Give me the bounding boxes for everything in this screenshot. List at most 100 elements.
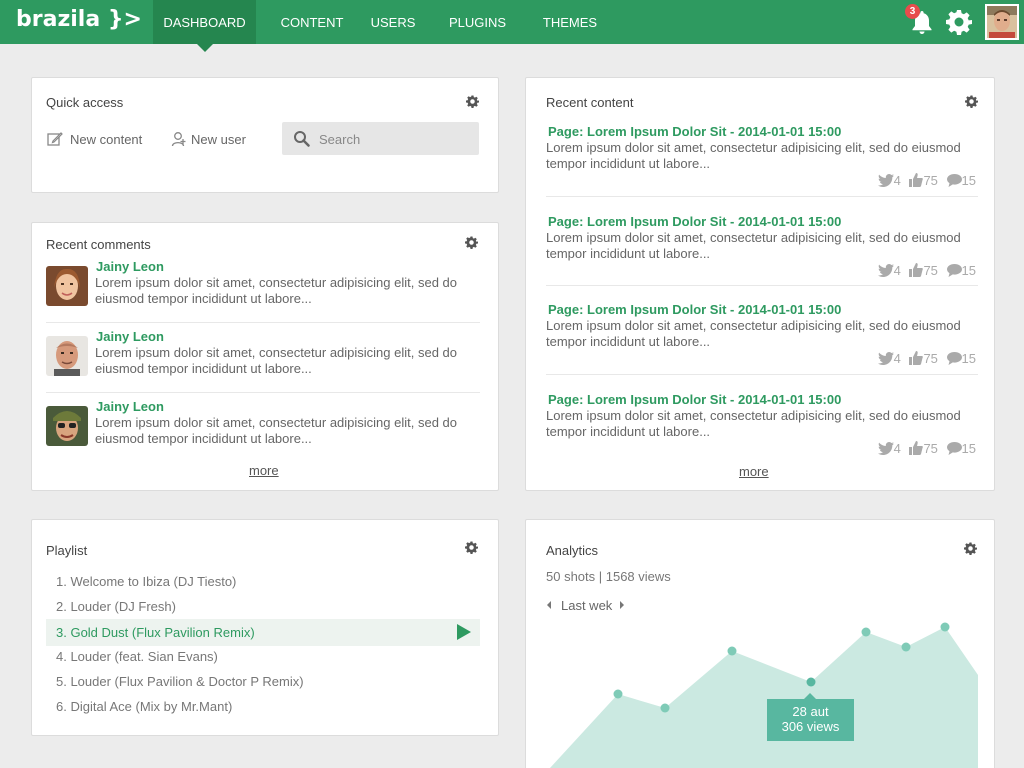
thumbs-up-icon: [909, 351, 924, 365]
panel-settings-icon[interactable]: [964, 542, 977, 555]
content-title-link[interactable]: Page: Lorem Ipsum Dolor Sit - 2014-01-01…: [548, 392, 841, 407]
comment-count: 15: [961, 173, 976, 188]
twitter-icon: [877, 174, 894, 187]
notification-badge: 3: [905, 4, 920, 19]
user-avatar[interactable]: [985, 4, 1019, 40]
analytics-title: Analytics: [546, 543, 599, 558]
comment-count: 15: [961, 351, 976, 366]
search-input[interactable]: [319, 130, 469, 148]
analytics-summary: 50 shots | 1568 views: [546, 569, 671, 584]
commenter-avatar[interactable]: [46, 336, 88, 376]
comment-text: Lorem ipsum dolor sit amet, consectetur …: [95, 345, 458, 376]
edit-icon[interactable]: [47, 131, 63, 147]
chart-point[interactable]: [660, 703, 670, 713]
chart-point[interactable]: [861, 627, 871, 637]
nav-dashboard[interactable]: DASHBOARD: [153, 0, 256, 52]
comment-bubble-icon: [946, 442, 962, 455]
search-icon: [294, 131, 310, 147]
play-icon[interactable]: [457, 624, 471, 640]
like-count: 75: [923, 173, 938, 188]
panel-settings-icon[interactable]: [465, 541, 478, 554]
content-title-link[interactable]: Page: Lorem Ipsum Dolor Sit - 2014-01-01…: [548, 302, 841, 317]
comment-bubble-icon: [946, 174, 962, 187]
chart-point[interactable]: [613, 689, 623, 699]
comment-text: Lorem ipsum dolor sit amet, consectetur …: [95, 275, 458, 306]
new-user-link[interactable]: New user: [191, 132, 246, 147]
tweet-stat: 4: [877, 351, 901, 366]
divider: [546, 374, 978, 375]
comment-count: 15: [961, 263, 976, 278]
content-excerpt: Lorem ipsum dolor sit amet, consectetur …: [546, 318, 961, 349]
playlist-item-active[interactable]: 3. Gold Dust (Flux Pavilion Remix): [46, 619, 480, 646]
chevron-left-icon[interactable]: [545, 600, 553, 610]
panel-settings-icon[interactable]: [965, 95, 978, 108]
like-stat: 75: [909, 441, 938, 456]
tweet-count: 4: [893, 441, 901, 456]
brand-logo[interactable]: brazila }>: [16, 7, 142, 32]
tooltip-date: 28 aut: [792, 704, 829, 719]
nav-themes[interactable]: THEMES: [537, 0, 603, 44]
gear-icon[interactable]: [946, 9, 972, 35]
comment-stat: 15: [946, 351, 976, 366]
twitter-icon: [877, 352, 894, 365]
divider: [546, 285, 978, 286]
playlist-item[interactable]: 6. Digital Ace (Mix by Mr.Mant): [46, 693, 480, 720]
analytics-area-chart: [550, 622, 978, 768]
playlist-item[interactable]: 4. Louder (feat. Sian Evans): [46, 643, 480, 670]
chart-point[interactable]: [727, 646, 737, 656]
commenter-avatar[interactable]: [46, 406, 88, 446]
divider: [46, 392, 480, 393]
comment-author[interactable]: Jainy Leon: [96, 259, 164, 274]
nav-plugins[interactable]: PLUGINS: [418, 0, 537, 44]
top-navigation-bar: brazila }> DASHBOARD CONTENT USERS PLUGI…: [0, 0, 1024, 52]
chart-area: [550, 627, 978, 768]
content-excerpt: Lorem ipsum dolor sit amet, consectetur …: [546, 140, 961, 171]
like-count: 75: [923, 441, 938, 456]
tweet-count: 4: [893, 173, 901, 188]
like-stat: 75: [909, 351, 938, 366]
panel-settings-icon[interactable]: [465, 236, 478, 249]
comment-bubble-icon: [946, 264, 962, 277]
content-more-link[interactable]: more: [739, 464, 769, 479]
playlist-item[interactable]: 1. Welcome to Ibiza (DJ Tiesto): [46, 568, 480, 595]
recent-comments-title: Recent comments: [46, 237, 151, 252]
comment-author[interactable]: Jainy Leon: [96, 399, 164, 414]
tooltip-views: 306 views: [781, 719, 840, 734]
comment-stat: 15: [946, 263, 976, 278]
content-title-link[interactable]: Page: Lorem Ipsum Dolor Sit - 2014-01-01…: [548, 214, 841, 229]
nav-content[interactable]: CONTENT: [256, 0, 368, 44]
chart-point[interactable]: [901, 642, 911, 652]
comment-author[interactable]: Jainy Leon: [96, 329, 164, 344]
comments-more-link[interactable]: more: [249, 463, 279, 478]
nav-users[interactable]: USERS: [368, 0, 418, 44]
comment-stat: 15: [946, 441, 976, 456]
content-stats: 4 75 15: [873, 351, 976, 366]
playlist-item[interactable]: 5. Louder (Flux Pavilion & Doctor P Remi…: [46, 668, 480, 695]
content-stats: 4 75 15: [873, 441, 976, 456]
chart-point[interactable]: [940, 622, 950, 632]
twitter-icon: [877, 442, 894, 455]
twitter-icon: [877, 264, 894, 277]
new-content-link[interactable]: New content: [70, 132, 142, 147]
quick-access-title: Quick access: [46, 95, 124, 110]
chart-point-selected[interactable]: [806, 677, 816, 687]
like-stat: 75: [909, 173, 938, 188]
comment-text: Lorem ipsum dolor sit amet, consectetur …: [95, 415, 458, 446]
thumbs-up-icon: [909, 263, 924, 277]
playlist-item[interactable]: 2. Louder (DJ Fresh): [46, 593, 480, 620]
commenter-avatar[interactable]: [46, 266, 88, 306]
tweet-count: 4: [893, 263, 901, 278]
tweet-stat: 4: [877, 263, 901, 278]
divider: [546, 196, 978, 197]
panel-settings-icon[interactable]: [466, 95, 479, 108]
add-user-icon[interactable]: [171, 131, 187, 147]
comment-bubble-icon: [946, 352, 962, 365]
playlist-title: Playlist: [46, 543, 88, 558]
chevron-right-icon[interactable]: [618, 600, 626, 610]
content-title-link[interactable]: Page: Lorem Ipsum Dolor Sit - 2014-01-01…: [548, 124, 841, 139]
content-stats: 4 75 15: [873, 173, 976, 188]
thumbs-up-icon: [909, 173, 924, 187]
comment-count: 15: [961, 441, 976, 456]
comment-stat: 15: [946, 173, 976, 188]
like-count: 75: [923, 263, 938, 278]
